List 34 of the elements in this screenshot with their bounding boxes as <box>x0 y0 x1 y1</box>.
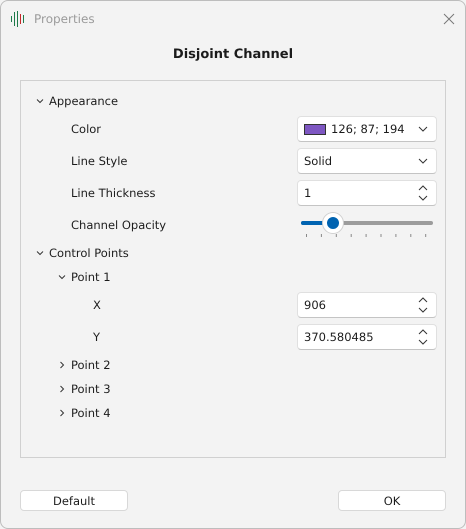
group-label[interactable]: Point 3 <box>71 382 437 396</box>
slider-thumb[interactable] <box>322 213 343 233</box>
opacity-slider[interactable] <box>301 213 433 233</box>
spin-arrows-icon[interactable] <box>418 297 428 313</box>
spin-field[interactable]: 1 <box>297 180 437 206</box>
group-label[interactable]: Point 2 <box>71 358 437 372</box>
spin-field[interactable]: 370.580485 <box>297 324 437 350</box>
chevron-icon[interactable] <box>57 384 67 394</box>
app-icon <box>10 11 26 27</box>
dialog-button[interactable]: Default <box>20 490 128 511</box>
group-label[interactable]: Appearance <box>49 94 437 108</box>
chevron-icon[interactable] <box>57 360 67 370</box>
dialog-button[interactable]: OK <box>338 490 446 511</box>
property-label: Channel Opacity <box>71 218 168 232</box>
line-style-dropdown[interactable]: Solid <box>297 148 437 174</box>
spin-field[interactable]: 906 <box>297 292 437 318</box>
chevron-icon[interactable] <box>35 96 45 106</box>
property-label: Line Thickness <box>71 186 156 200</box>
property-label: Color <box>71 122 102 136</box>
chevron-icon[interactable] <box>57 408 67 418</box>
group-label[interactable]: Control Points <box>49 246 437 260</box>
group-label[interactable]: Point 1 <box>71 270 437 284</box>
property-label: Line Style <box>71 154 129 168</box>
chevron-icon[interactable] <box>57 272 67 282</box>
chevron-icon[interactable] <box>35 248 45 258</box>
close-icon[interactable] <box>443 13 455 25</box>
spin-arrows-icon[interactable] <box>418 329 428 345</box>
property-label: Y <box>93 330 102 344</box>
dialog-heading: Disjoint Channel <box>172 47 294 64</box>
group-label[interactable]: Point 4 <box>71 406 437 420</box>
window-title: Properties <box>34 12 96 26</box>
color-dropdown[interactable]: 126; 87; 194 <box>297 116 437 142</box>
property-label: X <box>93 298 102 312</box>
spin-arrows-icon[interactable] <box>418 185 428 201</box>
